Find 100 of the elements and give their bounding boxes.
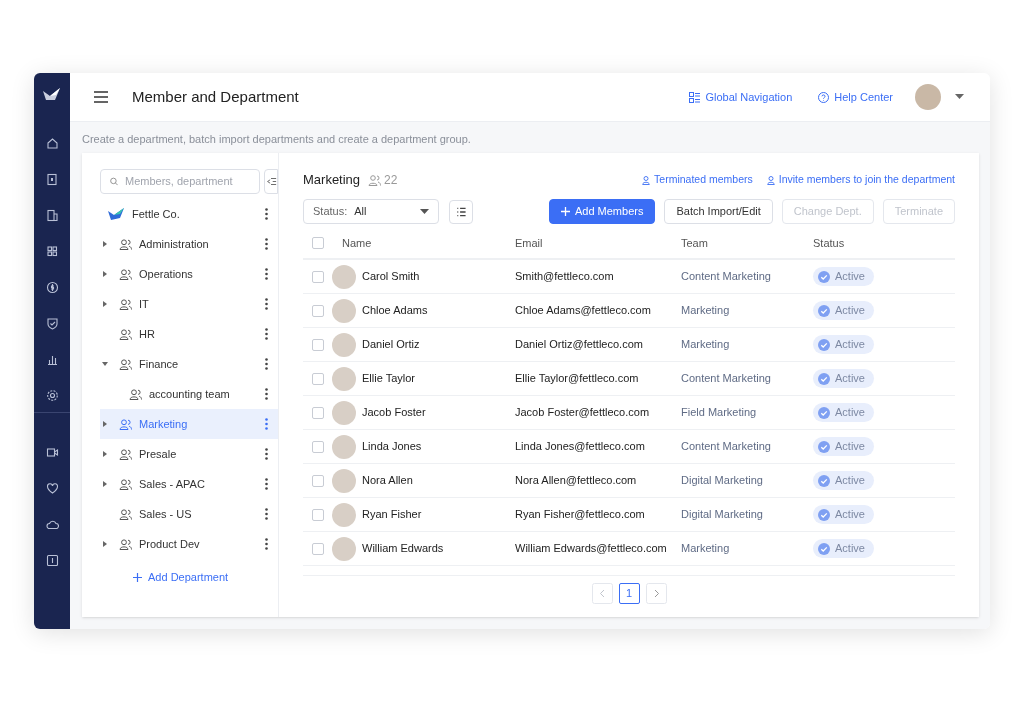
more-icon[interactable] bbox=[265, 538, 268, 550]
menu-icon[interactable] bbox=[94, 91, 108, 103]
search-bar[interactable]: Members, department bbox=[100, 169, 260, 194]
tree-item[interactable]: Finance bbox=[100, 349, 278, 379]
organization-name[interactable]: Fettle Co. bbox=[132, 205, 265, 223]
expander-icon[interactable] bbox=[102, 481, 108, 487]
checkbox[interactable] bbox=[312, 542, 324, 555]
expander-icon[interactable] bbox=[102, 361, 108, 367]
expander-icon[interactable] bbox=[102, 421, 108, 427]
search-field[interactable]: Members, department bbox=[125, 173, 250, 190]
email-cell-text: Linda Jones@fettleco.com bbox=[515, 439, 646, 455]
tree-item[interactable]: Administration bbox=[100, 229, 278, 259]
team-cell-text: Content Marketing bbox=[681, 439, 772, 455]
cloud-icon[interactable] bbox=[45, 518, 59, 531]
list-view-icon[interactable] bbox=[449, 199, 473, 224]
avatar bbox=[332, 264, 356, 289]
dollar-icon[interactable] bbox=[45, 281, 59, 294]
more-icon[interactable] bbox=[265, 358, 268, 370]
contact-card-icon[interactable] bbox=[45, 173, 59, 186]
member-name: William Edwards bbox=[362, 541, 444, 557]
info-icon[interactable] bbox=[45, 554, 59, 567]
plus-icon bbox=[560, 207, 570, 216]
more-icon[interactable] bbox=[265, 388, 268, 400]
checkbox[interactable] bbox=[312, 474, 324, 487]
checkbox[interactable] bbox=[312, 270, 324, 283]
person-icon bbox=[642, 175, 651, 185]
checkbox[interactable] bbox=[312, 440, 324, 453]
email-cell-text: Ellie Taylor@fettleco.com bbox=[515, 371, 640, 387]
member-name: Ellie Taylor bbox=[362, 371, 415, 387]
member-name: Linda Jones bbox=[362, 439, 422, 455]
invite-members-link[interactable]: Invite members to join the department bbox=[766, 172, 955, 188]
checkbox[interactable] bbox=[312, 338, 324, 351]
expander-icon[interactable] bbox=[102, 271, 108, 277]
search-icon bbox=[110, 176, 118, 187]
more-icon[interactable] bbox=[265, 298, 268, 310]
more-icon[interactable] bbox=[265, 448, 268, 460]
building-icon[interactable] bbox=[45, 209, 59, 222]
more-icon[interactable] bbox=[265, 508, 268, 520]
help-center-link[interactable]: Help Center bbox=[818, 88, 893, 106]
page-button[interactable]: 1 bbox=[618, 583, 640, 604]
expander-icon[interactable] bbox=[102, 301, 108, 307]
check-circle-icon bbox=[818, 304, 830, 317]
tree-item[interactable]: Product Dev bbox=[100, 529, 278, 559]
grid-icon[interactable] bbox=[45, 245, 59, 258]
check-circle-icon bbox=[818, 542, 830, 555]
video-icon[interactable] bbox=[45, 446, 59, 459]
expander-icon[interactable] bbox=[102, 541, 108, 547]
gear-icon[interactable] bbox=[45, 389, 59, 402]
email-cell-text: Smith@fettleco.com bbox=[515, 269, 615, 285]
tree-item[interactable]: Sales - APAC bbox=[100, 469, 278, 499]
tree-item[interactable]: Sales - US bbox=[100, 499, 278, 529]
avatar bbox=[332, 332, 356, 357]
expander-icon[interactable] bbox=[102, 241, 108, 247]
add-department-button[interactable]: Add Department bbox=[133, 569, 229, 586]
help-icon bbox=[818, 91, 830, 103]
more-icon[interactable] bbox=[265, 208, 268, 220]
home-icon[interactable] bbox=[45, 137, 59, 150]
avatar bbox=[332, 298, 356, 323]
checkbox[interactable] bbox=[312, 508, 324, 521]
checkbox[interactable] bbox=[312, 406, 324, 419]
more-icon[interactable] bbox=[265, 478, 268, 490]
people-icon bbox=[129, 388, 142, 400]
more-icon[interactable] bbox=[265, 238, 268, 250]
people-icon bbox=[119, 538, 132, 550]
terminated-members-link[interactable]: Terminated members bbox=[642, 172, 753, 188]
caret-icon[interactable] bbox=[955, 94, 964, 100]
tree-item[interactable]: Presale bbox=[100, 439, 278, 469]
checkbox[interactable] bbox=[312, 372, 324, 385]
action-button[interactable]: Add Members bbox=[548, 199, 656, 224]
avatar bbox=[332, 400, 356, 425]
column-header: Team bbox=[681, 235, 709, 251]
collapse-icon[interactable] bbox=[264, 169, 278, 194]
status-badge: Active bbox=[813, 403, 874, 422]
tree-item[interactable]: accounting team bbox=[100, 379, 278, 409]
tree-item[interactable]: Operations bbox=[100, 259, 278, 289]
more-icon[interactable] bbox=[265, 328, 268, 340]
status-badge: Active bbox=[813, 539, 874, 558]
tree-item[interactable]: IT bbox=[100, 289, 278, 319]
page-title: Member and Department bbox=[132, 86, 299, 107]
expander-icon[interactable] bbox=[102, 451, 108, 457]
team-cell-text: Field Marketing bbox=[681, 405, 758, 421]
bar-chart-icon[interactable] bbox=[45, 353, 59, 366]
tree-item[interactable]: Marketing bbox=[100, 409, 278, 439]
checkbox[interactable] bbox=[312, 237, 324, 249]
status-badge: Active bbox=[813, 471, 874, 490]
status-dropdown[interactable]: Status: All bbox=[303, 199, 439, 224]
people-icon bbox=[119, 448, 132, 460]
page-description: Create a department, batch import departments and create a department group. bbox=[81, 132, 472, 147]
action-button[interactable]: Batch Import/Edit bbox=[664, 199, 773, 224]
team-cell-text: Content Marketing bbox=[681, 269, 772, 285]
tree-item[interactable]: HR bbox=[100, 319, 278, 349]
status-badge: Active bbox=[813, 505, 874, 524]
global-navigation-link[interactable]: Global Navigation bbox=[689, 88, 793, 106]
checkbox[interactable] bbox=[312, 304, 324, 317]
column-header: Status bbox=[813, 235, 846, 251]
shield-icon[interactable] bbox=[45, 317, 59, 330]
heart-icon[interactable] bbox=[45, 482, 59, 495]
more-icon[interactable] bbox=[265, 268, 268, 280]
team-cell-text: Marketing bbox=[681, 541, 731, 557]
status-badge: Active bbox=[813, 369, 874, 388]
